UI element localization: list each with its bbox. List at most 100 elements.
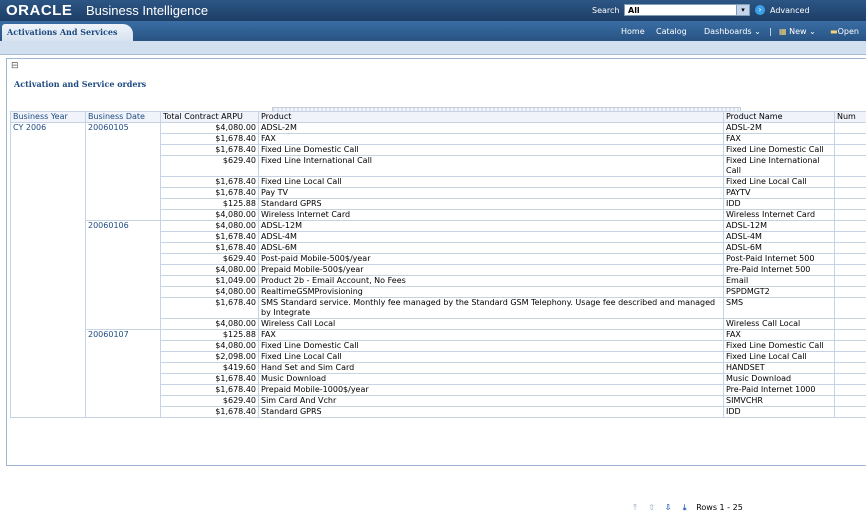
- product-name-cell: FAX: [724, 134, 835, 145]
- oracle-logo: ORACLE: [6, 2, 72, 19]
- business-date-cell[interactable]: 20060106: [86, 221, 161, 330]
- column-header: Product: [259, 112, 724, 123]
- product-cell: Music Download: [259, 374, 724, 385]
- num-cell: [835, 210, 866, 221]
- product-name-cell: ADSL-2M: [724, 123, 835, 134]
- chevron-down-icon: ⌄: [809, 27, 816, 36]
- num-cell: [835, 319, 866, 330]
- business-date-cell[interactable]: 20060105: [86, 123, 161, 221]
- table-row: CY 200620060105$4,080.00ADSL-2MADSL-2M: [11, 123, 866, 134]
- product-name-cell: ADSL-12M: [724, 221, 835, 232]
- chevron-down-icon: ⌄: [754, 27, 761, 36]
- product-name-cell: SMS: [724, 298, 835, 319]
- arpu-cell: $125.88: [161, 199, 259, 210]
- product-cell: SMS Standard service. Monthly fee manage…: [259, 298, 724, 319]
- business-date-cell[interactable]: 20060107: [86, 330, 161, 418]
- product-cell: Fixed Line International Call: [259, 156, 724, 177]
- search-go-icon[interactable]: ›: [755, 5, 765, 15]
- num-cell: [835, 199, 866, 210]
- num-cell: [835, 396, 866, 407]
- search-scope-value: All: [628, 6, 640, 15]
- product-name-cell: Email: [724, 276, 835, 287]
- arpu-cell: $1,678.40: [161, 298, 259, 319]
- num-cell: [835, 265, 866, 276]
- first-page-icon[interactable]: ⤒: [630, 503, 640, 513]
- home-link[interactable]: Home: [621, 27, 645, 36]
- product-name-cell: Fixed Line Domestic Call: [724, 341, 835, 352]
- arpu-cell: $4,080.00: [161, 319, 259, 330]
- product-name-cell: IDD: [724, 199, 835, 210]
- product-name-cell: Fixed Line Local Call: [724, 352, 835, 363]
- arpu-cell: $1,678.40: [161, 145, 259, 156]
- num-cell: [835, 232, 866, 243]
- table-body: CY 200620060105$4,080.00ADSL-2MADSL-2M$1…: [11, 123, 866, 418]
- product-cell: FAX: [259, 134, 724, 145]
- arpu-cell: $1,678.40: [161, 385, 259, 396]
- num-cell: [835, 407, 866, 418]
- open-menu[interactable]: ▬Open: [830, 27, 859, 36]
- column-header[interactable]: Business Date: [86, 112, 161, 123]
- next-page-icon[interactable]: ⇩: [663, 503, 673, 513]
- tab-activations-and-services[interactable]: Activations And Services: [2, 24, 133, 41]
- product-name-cell: Pre-Paid Internet 1000: [724, 385, 835, 396]
- product-cell: Post-paid Mobile-500$/year: [259, 254, 724, 265]
- arpu-cell: $4,080.00: [161, 287, 259, 298]
- arpu-cell: $629.40: [161, 254, 259, 265]
- product-cell: ADSL-12M: [259, 221, 724, 232]
- arpu-cell: $4,080.00: [161, 210, 259, 221]
- arpu-cell: $125.88: [161, 330, 259, 341]
- collapse-section-icon[interactable]: ⊟: [11, 61, 19, 71]
- num-cell: [835, 330, 866, 341]
- product-name-cell: SIMVCHR: [724, 396, 835, 407]
- product-cell: Product 2b - Email Account, No Fees: [259, 276, 724, 287]
- arpu-cell: $1,678.40: [161, 374, 259, 385]
- num-cell: [835, 134, 866, 145]
- arpu-cell: $4,080.00: [161, 123, 259, 134]
- product-cell: Prepaid Mobile-1000$/year: [259, 385, 724, 396]
- dashboards-menu[interactable]: Dashboards ⌄: [704, 27, 761, 36]
- product-name-cell: Wireless Internet Card: [724, 210, 835, 221]
- search-scope-select[interactable]: All ▾: [624, 4, 750, 16]
- business-year-cell[interactable]: CY 2006: [11, 123, 86, 418]
- arpu-cell: $4,080.00: [161, 221, 259, 232]
- num-cell: [835, 363, 866, 374]
- num-cell: [835, 276, 866, 287]
- arpu-cell: $1,049.00: [161, 276, 259, 287]
- product-cell: Fixed Line Domestic Call: [259, 145, 724, 156]
- rows-range: Rows 1 - 25: [696, 503, 743, 512]
- top-header-bar: ORACLE Business Intelligence Search All …: [0, 0, 866, 21]
- product-cell: Wireless Call Local: [259, 319, 724, 330]
- num-cell: [835, 341, 866, 352]
- dashboard-page-bar: [0, 41, 866, 55]
- product-cell: ADSL-2M: [259, 123, 724, 134]
- product-cell: Fixed Line Local Call: [259, 177, 724, 188]
- chevron-down-icon[interactable]: ▾: [736, 5, 749, 15]
- catalog-link[interactable]: Catalog: [656, 27, 687, 36]
- num-cell: [835, 243, 866, 254]
- previous-page-icon[interactable]: ⇧: [647, 503, 657, 513]
- num-cell: [835, 221, 866, 232]
- arpu-cell: $4,080.00: [161, 265, 259, 276]
- table-row: 20060107$125.88FAXFAX: [11, 330, 866, 341]
- dashboards-label: Dashboards: [704, 27, 752, 36]
- product-name-cell: Fixed Line Domestic Call: [724, 145, 835, 156]
- product-name-cell: ADSL-6M: [724, 243, 835, 254]
- arpu-cell: $1,678.40: [161, 232, 259, 243]
- arpu-cell: $1,678.40: [161, 134, 259, 145]
- product-name-cell: PSPDMGT2: [724, 287, 835, 298]
- arpu-cell: $1,678.40: [161, 188, 259, 199]
- pagination: ⤒ ⇧ ⇩ ⤓ Rows 1 - 25: [630, 503, 743, 513]
- product-name-cell: Pre-Paid Internet 500: [724, 265, 835, 276]
- open-label: Open: [838, 27, 859, 36]
- column-header: Product Name: [724, 112, 835, 123]
- advanced-search-link[interactable]: Advanced: [770, 6, 810, 15]
- arpu-cell: $2,098.00: [161, 352, 259, 363]
- product-name-cell: Fixed Line International Call: [724, 156, 835, 177]
- product-cell: Sim Card And Vchr: [259, 396, 724, 407]
- product-cell: Prepaid Mobile-500$/year: [259, 265, 724, 276]
- last-page-icon[interactable]: ⤓: [680, 503, 690, 513]
- num-cell: [835, 145, 866, 156]
- table-header-row: Business Year Business Date Total Contra…: [11, 112, 866, 123]
- new-menu[interactable]: ▦ New ⌄: [779, 27, 816, 36]
- column-header[interactable]: Business Year: [11, 112, 86, 123]
